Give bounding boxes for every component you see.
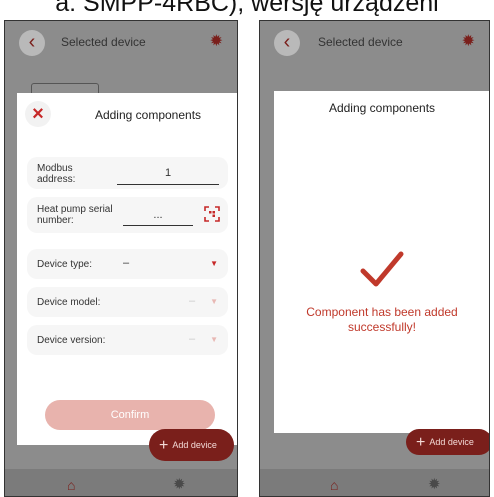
adding-components-modal: × Adding components Modbus address: 1 He… (17, 93, 237, 445)
gear-icon[interactable]: ✹ (210, 33, 223, 51)
page-title: Selected device (61, 35, 146, 49)
home-icon[interactable]: ⌂ (330, 477, 338, 493)
success-message: Component has been added successfully! (306, 305, 458, 334)
back-button[interactable]: ‹ (274, 30, 300, 56)
bottom-nav: ⌂ ✹ (260, 469, 489, 496)
modal-title: Adding components (94, 108, 202, 122)
modbus-address-label: Modbus address: (37, 163, 76, 185)
modbus-address-underline (117, 184, 219, 185)
modbus-address-input[interactable]: 1 (117, 167, 219, 179)
serial-number-underline (123, 225, 193, 226)
confirm-button[interactable]: Confirm (45, 400, 215, 430)
gear-icon[interactable]: ✹ (173, 475, 186, 493)
device-model-label: Device model: (37, 297, 101, 308)
checkmark-icon (360, 251, 404, 287)
phone-screen-success: ‹ Selected device ✹ Adding components Co… (259, 20, 490, 497)
device-model-value: – (189, 295, 196, 307)
home-icon[interactable]: ⌂ (67, 477, 75, 493)
qr-scan-icon[interactable] (204, 206, 220, 222)
device-model-row[interactable]: Device model: – ▼ (27, 287, 228, 317)
serial-number-row: Heat pump serial number: ... (27, 197, 228, 233)
device-version-row[interactable]: Device version: – ▼ (27, 325, 228, 355)
top-bar: ‹ Selected device ✹ (5, 21, 237, 67)
serial-number-label: Heat pump serial number: (37, 204, 113, 226)
modbus-address-row: Modbus address: 1 (27, 157, 228, 189)
gear-icon[interactable]: ✹ (428, 475, 441, 493)
modal-title: Adding components (328, 101, 436, 115)
device-type-value: – (123, 257, 130, 269)
plus-icon: + (416, 434, 426, 451)
device-version-label: Device version: (37, 335, 106, 346)
device-type-label: Device type: (37, 259, 93, 270)
chevron-down-icon[interactable]: ▼ (210, 297, 218, 306)
chevron-down-icon[interactable]: ▼ (210, 335, 218, 344)
caption-text: a: SMPP-4RBC), wersję urządzeni (55, 0, 439, 17)
phone-screen-adding-form: ‹ Selected device ✹ × Adding components … (4, 20, 238, 497)
plus-icon: + (159, 437, 169, 454)
bottom-nav: ⌂ ✹ (5, 469, 237, 496)
add-device-button[interactable]: + Add device (149, 429, 234, 461)
top-bar: ‹ Selected device ✹ (260, 21, 489, 67)
back-button[interactable]: ‹ (19, 30, 45, 56)
gear-icon[interactable]: ✹ (462, 33, 475, 51)
serial-number-input[interactable]: ... (123, 209, 193, 221)
close-icon[interactable]: × (25, 101, 51, 127)
chevron-down-icon[interactable]: ▼ (210, 259, 218, 268)
add-device-button[interactable]: + Add device (406, 429, 489, 455)
device-type-row[interactable]: Device type: – ▼ (27, 249, 228, 279)
device-version-value: – (189, 333, 196, 345)
page-title: Selected device (318, 35, 403, 49)
add-device-label: Add device (429, 437, 474, 447)
success-modal: Adding components Component has been add… (274, 91, 489, 433)
add-device-label: Add device (172, 440, 217, 450)
